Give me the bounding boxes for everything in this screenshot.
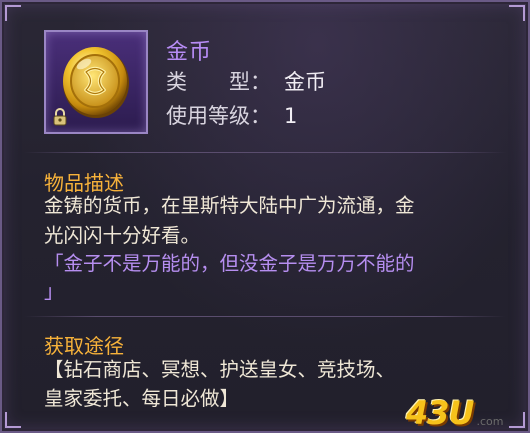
site-watermark-logo: 43U .com xyxy=(406,394,504,432)
item-level-label: 使用等级： xyxy=(166,104,271,128)
item-tooltip-panel: 金币 类 型： 金币 使用等级： 1 物品描述 金铸的货币，在里斯特大陆中广为流通，… xyxy=(0,0,530,433)
obtain-line-1: 【钻石商店、冥想、护送皇女、竞技场、 xyxy=(44,358,396,381)
frame-corner xyxy=(5,5,21,21)
item-level-row: 使用等级： 1 xyxy=(166,100,297,130)
item-type-label: 类 型： xyxy=(166,70,271,94)
watermark-text: 43U xyxy=(406,394,475,432)
frame-corner xyxy=(5,412,21,428)
lock-icon xyxy=(53,108,67,126)
item-icon-slot[interactable] xyxy=(44,30,148,134)
gold-coin-icon xyxy=(63,47,129,118)
frame-corner xyxy=(509,5,525,21)
item-level-value: 1 xyxy=(284,104,298,128)
item-name: 金币 xyxy=(166,40,213,65)
description-line-2: 光闪闪十分好看。 xyxy=(44,224,201,247)
section-divider xyxy=(24,316,506,317)
description-quote-line-2: 」 xyxy=(44,280,64,303)
description-line-1: 金铸的货币，在里斯特大陆中广为流通，金 xyxy=(44,194,415,217)
description-quote-line-1: 「金子不是万能的，但没金子是万万不能的 xyxy=(44,252,415,275)
item-type-row: 类 型： 金币 xyxy=(166,66,326,96)
watermark-suffix: .com xyxy=(476,415,504,428)
frame-corner xyxy=(509,412,525,428)
item-type-value: 金币 xyxy=(284,70,326,94)
section-divider xyxy=(24,152,506,153)
